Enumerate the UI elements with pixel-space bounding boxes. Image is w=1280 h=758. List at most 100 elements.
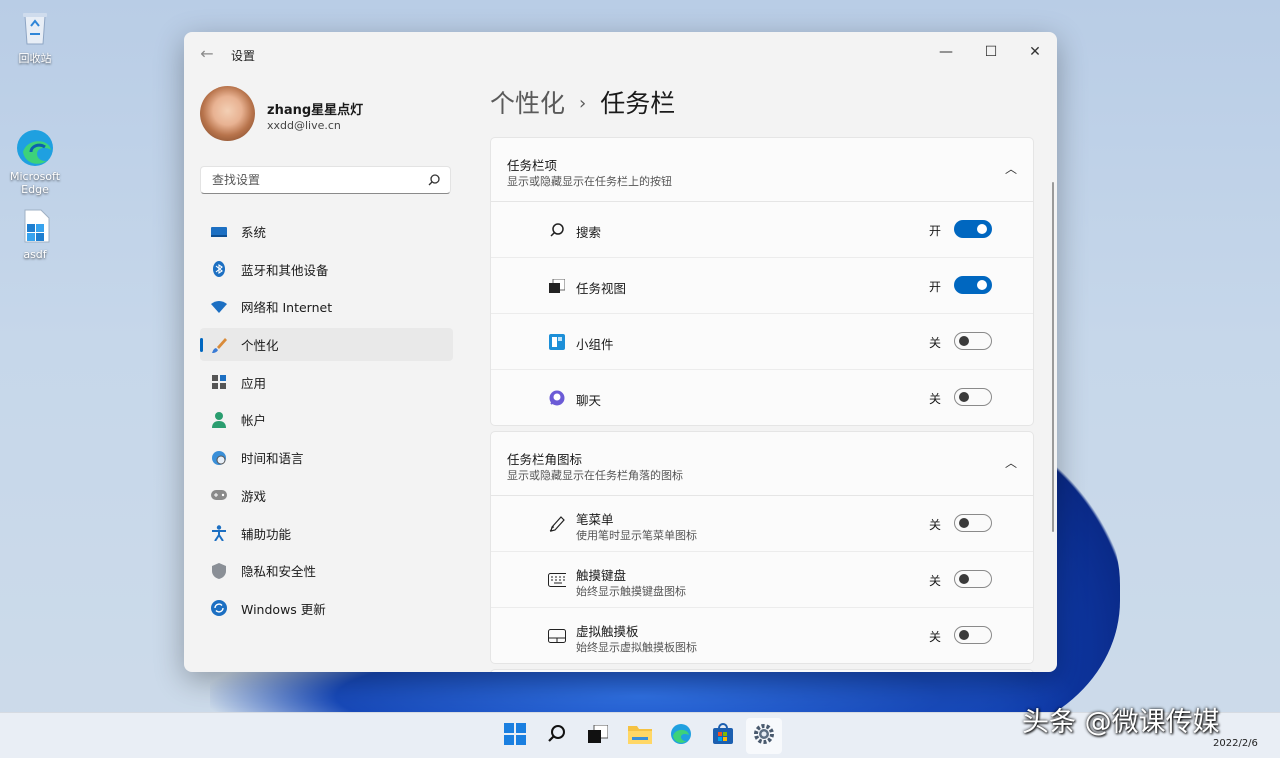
tray-date[interactable]: 2022/2/6 bbox=[1213, 738, 1258, 749]
search-icon bbox=[548, 221, 566, 239]
shield-icon bbox=[211, 562, 227, 579]
sidebar-item-gaming[interactable]: 游戏 bbox=[200, 479, 453, 512]
sidebar-item-accessibility[interactable]: 辅助功能 bbox=[200, 517, 453, 550]
accessibility-icon bbox=[211, 525, 227, 541]
toggle-state-text: 开 bbox=[929, 280, 942, 294]
settings-content: 任务栏项 显示或隐藏显示在任务栏上的按钮 ︿ 搜索 开 任务视图 开 小组件 关 bbox=[490, 137, 1034, 672]
profile-name: zhang星星点灯 bbox=[267, 103, 364, 118]
virtual-touchpad-toggle[interactable] bbox=[954, 626, 992, 644]
desktop-icon-label: asdf bbox=[23, 248, 47, 261]
back-button[interactable]: ← bbox=[196, 44, 218, 64]
setting-description: 始终显示触摸键盘图标 bbox=[576, 585, 686, 598]
widgets-toggle[interactable] bbox=[954, 332, 992, 350]
setting-row-touch-keyboard: 触摸键盘 始终显示触摸键盘图标 关 bbox=[491, 552, 1033, 608]
taskbar-search-button[interactable] bbox=[539, 718, 575, 754]
sidebar-item-accounts[interactable]: 帐户 bbox=[200, 403, 453, 436]
file-icon bbox=[15, 206, 55, 246]
setting-label: 笔菜单 bbox=[576, 512, 614, 527]
sidebar-item-personalization[interactable]: 个性化 bbox=[200, 328, 453, 362]
brush-icon bbox=[211, 337, 227, 353]
sidebar-item-label: 个性化 bbox=[241, 338, 279, 354]
person-icon bbox=[211, 411, 227, 428]
avatar[interactable] bbox=[200, 86, 255, 141]
setting-label: 任务视图 bbox=[576, 281, 627, 296]
section-header[interactable]: 任务栏角图标 显示或隐藏显示在任务栏角落的图标 ︿ bbox=[491, 432, 1033, 496]
touch-keyboard-toggle[interactable] bbox=[954, 570, 992, 588]
task-view-button[interactable] bbox=[580, 718, 616, 754]
monitor-icon bbox=[211, 224, 227, 240]
task-view-icon bbox=[548, 277, 566, 295]
next-section-card bbox=[490, 669, 1034, 672]
task-view-toggle[interactable] bbox=[954, 276, 992, 294]
title-bar: ← 设置 — ☐ ✕ bbox=[184, 32, 1057, 76]
chevron-up-icon[interactable]: ︿ bbox=[1005, 454, 1017, 471]
settings-window: ← 设置 — ☐ ✕ zhang星星点灯 xxdd@live.cn 系统 蓝牙和… bbox=[184, 32, 1057, 672]
search-input[interactable] bbox=[210, 172, 414, 188]
setting-label: 小组件 bbox=[576, 337, 614, 352]
update-icon bbox=[211, 600, 227, 617]
sidebar-item-label: 隐私和安全性 bbox=[241, 564, 317, 580]
sidebar-nav: 系统 蓝牙和其他设备 网络和 Internet 个性化 应用 帐户 时间和语言 bbox=[200, 215, 453, 630]
file-explorer-button[interactable] bbox=[622, 718, 658, 754]
settings-button[interactable] bbox=[746, 718, 782, 754]
setting-row-widgets: 小组件 关 bbox=[491, 314, 1033, 370]
recycle-bin-icon bbox=[15, 8, 55, 48]
search-icon[interactable] bbox=[427, 172, 441, 191]
desktop-icon-recycle-bin[interactable]: 回收站 bbox=[4, 8, 66, 66]
toggle-state-text: 关 bbox=[929, 574, 942, 588]
scrollbar[interactable] bbox=[1052, 182, 1054, 532]
toggle-state-text: 关 bbox=[929, 630, 942, 644]
section-header[interactable]: 任务栏项 显示或隐藏显示在任务栏上的按钮 ︿ bbox=[491, 138, 1033, 202]
toggle-knob bbox=[959, 630, 969, 640]
edge-button[interactable] bbox=[663, 718, 699, 754]
toggle-knob bbox=[977, 280, 987, 290]
section-title: 任务栏角图标 bbox=[507, 452, 583, 467]
window-title: 设置 bbox=[231, 49, 256, 63]
sidebar-item-label: 帐户 bbox=[241, 413, 267, 429]
section-title: 任务栏项 bbox=[507, 158, 558, 173]
sidebar-item-label: 网络和 Internet bbox=[241, 300, 333, 316]
sidebar-item-windows-update[interactable]: Windows 更新 bbox=[200, 592, 453, 625]
sidebar-item-apps[interactable]: 应用 bbox=[200, 366, 453, 399]
sidebar-item-label: 蓝牙和其他设备 bbox=[241, 262, 329, 278]
taskbar-items-section: 任务栏项 显示或隐藏显示在任务栏上的按钮 ︿ 搜索 开 任务视图 开 小组件 关 bbox=[490, 137, 1034, 426]
sidebar-item-label: 应用 bbox=[241, 375, 267, 391]
start-icon bbox=[504, 723, 526, 749]
chevron-up-icon[interactable]: ︿ bbox=[1005, 160, 1017, 177]
bluetooth-icon bbox=[211, 261, 227, 278]
close-button[interactable]: ✕ bbox=[1015, 40, 1055, 64]
setting-row-task-view: 任务视图 开 bbox=[491, 258, 1033, 314]
setting-label: 虚拟触摸板 bbox=[576, 624, 639, 639]
sidebar-item-bluetooth[interactable]: 蓝牙和其他设备 bbox=[200, 253, 453, 286]
desktop-icon-asdf[interactable]: asdf bbox=[4, 206, 66, 261]
section-subtitle: 显示或隐藏显示在任务栏上的按钮 bbox=[507, 175, 672, 188]
chat-icon bbox=[548, 389, 566, 407]
desktop-icon-label: 回收站 bbox=[18, 52, 52, 65]
sidebar-item-network[interactable]: 网络和 Internet bbox=[200, 290, 453, 323]
sidebar-item-privacy[interactable]: 隐私和安全性 bbox=[200, 554, 453, 587]
sidebar-item-label: 游戏 bbox=[241, 488, 267, 504]
setting-label: 聊天 bbox=[576, 393, 602, 408]
desktop-icon-edge[interactable]: Microsoft Edge bbox=[4, 102, 66, 209]
pen-icon bbox=[548, 515, 566, 533]
page-title: 任务栏 bbox=[600, 89, 676, 118]
toggle-state-text: 关 bbox=[929, 392, 942, 406]
setting-row-pen-menu: 笔菜单 使用笔时显示笔菜单图标 关 bbox=[491, 496, 1033, 552]
breadcrumb-parent[interactable]: 个性化 bbox=[490, 89, 565, 118]
store-icon bbox=[712, 723, 734, 749]
start-button[interactable] bbox=[497, 718, 533, 754]
toggle-knob bbox=[959, 392, 969, 402]
chat-toggle[interactable] bbox=[954, 388, 992, 406]
profile-email: xxdd@live.cn bbox=[267, 119, 341, 132]
sidebar-item-system[interactable]: 系统 bbox=[200, 215, 453, 248]
setting-description: 使用笔时显示笔菜单图标 bbox=[576, 529, 697, 542]
pen-menu-toggle[interactable] bbox=[954, 514, 992, 532]
minimize-button[interactable]: — bbox=[926, 40, 966, 64]
section-subtitle: 显示或隐藏显示在任务栏角落的图标 bbox=[507, 469, 683, 482]
search-toggle[interactable] bbox=[954, 220, 992, 238]
toggle-knob bbox=[977, 224, 987, 234]
maximize-button[interactable]: ☐ bbox=[971, 40, 1011, 64]
store-button[interactable] bbox=[705, 718, 741, 754]
sidebar-item-time-language[interactable]: 时间和语言 bbox=[200, 441, 453, 474]
toggle-state-text: 关 bbox=[929, 518, 942, 532]
